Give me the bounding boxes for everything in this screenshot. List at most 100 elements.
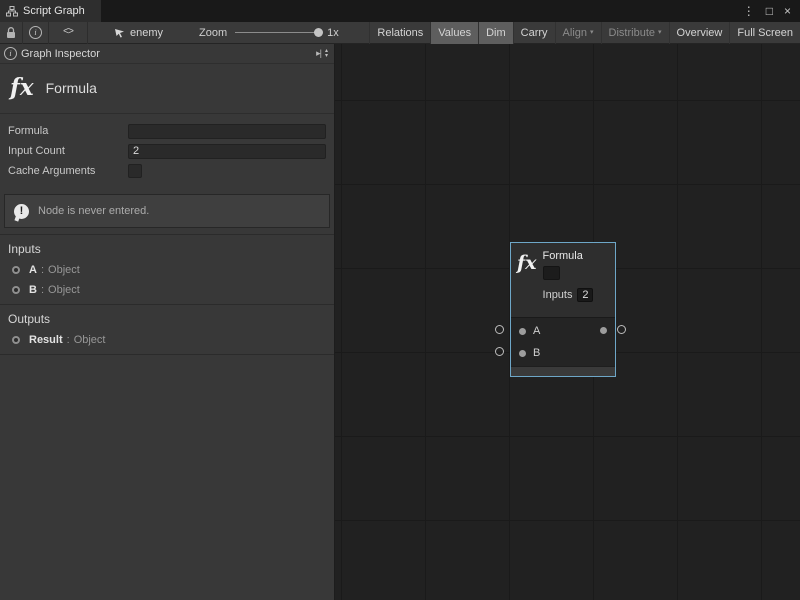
input-port-a-icon[interactable] bbox=[519, 328, 526, 335]
node-title-block: fx Formula bbox=[0, 64, 334, 114]
info-button[interactable]: i bbox=[23, 22, 48, 44]
relations-label: Relations bbox=[377, 27, 423, 39]
node-port-row-b: B bbox=[511, 342, 615, 364]
node-title: Formula bbox=[543, 250, 594, 262]
port-name: B bbox=[29, 284, 37, 296]
outputs-section-header: Outputs bbox=[0, 305, 334, 330]
overview-button[interactable]: Overview bbox=[669, 22, 730, 44]
dim-button[interactable]: Dim bbox=[478, 22, 513, 44]
port-type: Object bbox=[48, 264, 80, 276]
overview-label: Overview bbox=[677, 27, 723, 39]
input-count-field-row: Input Count 2 bbox=[8, 141, 326, 161]
tab-script-graph[interactable]: Script Graph bbox=[0, 0, 101, 22]
spin-down-icon[interactable]: ▾ bbox=[325, 54, 328, 59]
port-dot-icon bbox=[12, 336, 20, 344]
input-count-input[interactable]: 2 bbox=[128, 144, 326, 159]
input-port-row-b: B : Object bbox=[0, 280, 334, 300]
inspector-header: i Graph Inspector ▸| ▴ ▾ bbox=[0, 44, 334, 64]
graph-asset-icon bbox=[114, 27, 126, 38]
node-formula-input[interactable] bbox=[543, 266, 560, 280]
node-port-label: A bbox=[533, 325, 540, 337]
distribute-label: Distribute bbox=[609, 27, 655, 39]
port-dot-icon bbox=[12, 286, 20, 294]
zoom-slider[interactable] bbox=[235, 32, 319, 33]
zoom-control: Zoom 1x bbox=[193, 27, 345, 39]
inspector-node-title: Formula bbox=[46, 80, 97, 96]
zoom-slider-knob[interactable] bbox=[314, 28, 323, 37]
script-graph-icon bbox=[6, 6, 18, 17]
edit-code-button[interactable]: <> bbox=[49, 22, 87, 44]
carry-button[interactable]: Carry bbox=[513, 22, 555, 44]
align-dropdown[interactable]: Align▾ bbox=[555, 22, 601, 44]
node-inputs-label: Inputs bbox=[543, 289, 573, 301]
dock-icon[interactable]: ▸| bbox=[316, 48, 321, 59]
scroll-spinner[interactable]: ▴ ▾ bbox=[325, 49, 330, 59]
port-colon: : bbox=[67, 334, 70, 346]
input-port-row-a: A : Object bbox=[0, 260, 334, 280]
values-label: Values bbox=[438, 27, 471, 39]
formula-node-header[interactable]: fx Formula Inputs 2 bbox=[511, 243, 615, 317]
inspector-header-label: Graph Inspector bbox=[21, 48, 100, 60]
formula-node[interactable]: fx Formula Inputs 2 A B bbox=[510, 242, 616, 377]
tab-label: Script Graph bbox=[23, 5, 85, 17]
zoom-value: 1x bbox=[327, 27, 339, 39]
code-icon: <> bbox=[63, 27, 73, 38]
port-colon: : bbox=[41, 264, 44, 276]
distribute-dropdown[interactable]: Distribute▾ bbox=[601, 22, 669, 44]
cache-arguments-checkbox[interactable] bbox=[128, 164, 142, 178]
port-colon: : bbox=[41, 284, 44, 296]
node-input-count[interactable]: 2 bbox=[577, 288, 593, 302]
fx-icon: fx bbox=[517, 254, 537, 317]
toolbar-separator bbox=[87, 22, 88, 44]
graph-toolbar: i <> enemy Zoom 1x Relations Values Dim … bbox=[0, 22, 800, 44]
close-icon[interactable]: × bbox=[784, 5, 791, 17]
graph-name-label: enemy bbox=[130, 27, 163, 39]
node-inputs-row: Inputs 2 bbox=[543, 288, 594, 302]
warning-text: Node is never entered. bbox=[38, 205, 149, 217]
warning-icon: ! bbox=[14, 204, 29, 219]
port-ring-b-icon[interactable] bbox=[495, 347, 504, 356]
port-ring-result-icon[interactable] bbox=[617, 325, 626, 334]
maximize-icon[interactable]: □ bbox=[766, 5, 773, 17]
fx-icon: fx bbox=[10, 76, 34, 99]
relations-button[interactable]: Relations bbox=[369, 22, 430, 44]
align-label: Align bbox=[563, 27, 587, 39]
output-port-row-result: Result : Object bbox=[0, 330, 334, 350]
port-dot-icon bbox=[12, 266, 20, 274]
inspector-fields: Formula Input Count 2 Cache Arguments bbox=[0, 114, 334, 183]
graph-canvas[interactable]: fx Formula Inputs 2 A B bbox=[335, 44, 800, 600]
graph-breadcrumb[interactable]: enemy bbox=[106, 27, 171, 39]
cache-arguments-field-row: Cache Arguments bbox=[8, 161, 326, 181]
node-port-label: B bbox=[533, 347, 540, 359]
info-icon: i bbox=[4, 47, 17, 60]
formula-field-label: Formula bbox=[8, 125, 128, 137]
output-port-result-icon[interactable] bbox=[600, 327, 607, 334]
node-port-row-a: A bbox=[511, 320, 615, 342]
divider bbox=[0, 354, 334, 355]
port-name: A bbox=[29, 264, 37, 276]
port-ring-a-icon[interactable] bbox=[495, 325, 504, 334]
input-count-label: Input Count bbox=[8, 145, 128, 157]
port-type: Object bbox=[74, 334, 106, 346]
formula-input[interactable] bbox=[128, 124, 326, 139]
formula-field-row: Formula bbox=[8, 121, 326, 141]
fullscreen-label: Full Screen bbox=[737, 27, 793, 39]
toolbar-buttons: Relations Values Dim Carry Align▾ Distri… bbox=[369, 22, 800, 44]
input-port-b-icon[interactable] bbox=[519, 350, 526, 357]
fullscreen-button[interactable]: Full Screen bbox=[729, 22, 800, 44]
values-button[interactable]: Values bbox=[430, 22, 478, 44]
graph-inspector-panel: i Graph Inspector ▸| ▴ ▾ fx Formula Form… bbox=[0, 44, 335, 600]
window-menu-icon[interactable]: ⋮ bbox=[743, 5, 755, 17]
zoom-label: Zoom bbox=[199, 27, 227, 39]
chevron-down-icon: ▾ bbox=[658, 29, 662, 36]
node-footer-bar bbox=[511, 366, 615, 376]
dim-label: Dim bbox=[486, 27, 506, 39]
info-icon: i bbox=[29, 26, 42, 39]
cache-arguments-label: Cache Arguments bbox=[8, 165, 128, 177]
chevron-down-icon: ▾ bbox=[590, 29, 594, 36]
warning-box: ! Node is never entered. bbox=[4, 194, 330, 228]
window-controls: ⋮ □ × bbox=[743, 0, 800, 22]
lock-button[interactable] bbox=[0, 22, 22, 44]
carry-label: Carry bbox=[521, 27, 548, 39]
port-type: Object bbox=[48, 284, 80, 296]
